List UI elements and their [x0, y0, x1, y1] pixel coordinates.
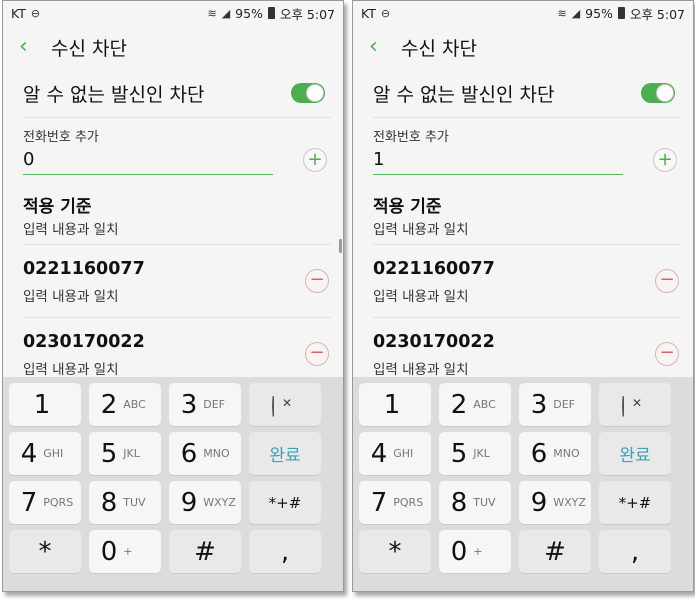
key-6[interactable]: 6 MNO	[169, 432, 241, 475]
add-number-label: 전화번호 추가	[23, 130, 99, 145]
blocked-number: 0230170022	[373, 332, 495, 352]
blocked-number: 0221160077	[23, 259, 145, 279]
key-9[interactable]: 9 WXYZ	[169, 481, 241, 524]
key-7[interactable]: 7 PQRS	[9, 481, 81, 524]
match-type: 입력 내용과 일치	[373, 289, 469, 305]
key-0[interactable]: 0 +	[89, 530, 161, 573]
match-type: 입력 내용과 일치	[373, 362, 469, 378]
backspace-icon: ✕	[622, 395, 648, 417]
key-5[interactable]: 5 JKL	[439, 432, 511, 475]
key-6[interactable]: 6 MNO	[519, 432, 591, 475]
key-7[interactable]: 7 PQRS	[359, 481, 431, 524]
unknown-caller-label: 알 수 없는 발신인 차단	[373, 83, 555, 106]
key-1[interactable]: 1	[359, 383, 431, 426]
carrier-label: KT	[361, 5, 376, 21]
add-number-label: 전화번호 추가	[373, 130, 449, 145]
blocked-number-item[interactable]: 0221160077 입력 내용과 일치 −	[353, 245, 693, 317]
scrollbar[interactable]	[339, 239, 342, 253]
backspace-icon: ✕	[272, 395, 298, 417]
phone-number-input[interactable]	[23, 144, 273, 175]
key-2[interactable]: 2 ABC	[439, 383, 511, 426]
status-bar: KT ⊖ ≋ ◢ 95% 오후 5:07	[3, 1, 343, 25]
unknown-caller-block-row[interactable]: 알 수 없는 발신인 차단	[353, 69, 693, 117]
key-4[interactable]: 4 GHI	[359, 432, 431, 475]
page-title: 수신 차단	[51, 37, 127, 60]
criteria-title: 적용 기준	[373, 197, 442, 217]
numeric-keypad: 1 2 ABC 3 DEF ✕ 4 GHI 5 JKL 6 MNO 완료 7 PQRS 8T…	[353, 377, 693, 591]
key-4[interactable]: 4 GHI	[9, 432, 81, 475]
battery-icon	[617, 7, 625, 19]
done-key[interactable]: 완료	[249, 432, 321, 475]
numeric-keypad: 1 2 ABC 3 DEF ✕ 4 GHI 5 JKL 6 MNO 완료 7 PQRS 8T…	[3, 377, 343, 591]
page-title: 수신 차단	[401, 37, 477, 60]
remove-number-button[interactable]: −	[305, 342, 329, 366]
clock: 오후 5:07	[279, 6, 335, 22]
signal-icon: ◢	[221, 6, 231, 20]
symbols-key[interactable]: *+#	[249, 481, 321, 524]
back-arrow-icon[interactable]: ‹	[19, 36, 47, 58]
comma-key[interactable]: ,	[249, 530, 321, 573]
toggle-knob	[306, 84, 324, 102]
blocked-number: 0230170022	[23, 332, 145, 352]
phone-screen-left: KT ⊖ ≋ ◢ 95% 오후 5:07 ‹ 수신 차단 알 수 없는 발신인 …	[2, 0, 344, 592]
add-number-button[interactable]: +	[303, 148, 327, 172]
key-hash[interactable]: #	[169, 530, 241, 573]
wifi-icon: ≋	[557, 6, 567, 20]
done-key[interactable]: 완료	[599, 432, 671, 475]
add-number-row: +	[353, 142, 693, 182]
back-arrow-icon[interactable]: ‹	[369, 36, 397, 58]
phone-number-input[interactable]	[373, 144, 623, 175]
remove-number-button[interactable]: −	[305, 269, 329, 293]
criteria-value[interactable]: 입력 내용과 일치	[3, 214, 343, 238]
key-8[interactable]: 8 TUV	[89, 481, 161, 524]
dnd-icon: ⊖	[30, 6, 41, 20]
add-number-button[interactable]: +	[653, 148, 677, 172]
match-type: 입력 내용과 일치	[23, 289, 119, 305]
key-3[interactable]: 3 DEF	[519, 383, 591, 426]
backspace-key[interactable]: ✕	[599, 383, 671, 426]
app-bar: ‹ 수신 차단	[3, 25, 343, 69]
key-0[interactable]: 0 +	[439, 530, 511, 573]
phone-screen-right: KT ⊖ ≋ ◢ 95% 오후 5:07 ‹ 수신 차단 알 수 없는 발신인 …	[352, 0, 694, 592]
criteria-value[interactable]: 입력 내용과 일치	[353, 214, 693, 238]
key-star[interactable]: *	[359, 530, 431, 573]
symbols-key[interactable]: *+#	[599, 481, 671, 524]
key-8[interactable]: 8 TUV	[439, 481, 511, 524]
key-hash[interactable]: #	[519, 530, 591, 573]
blocked-number-item[interactable]: 0221160077 입력 내용과 일치 −	[3, 245, 343, 317]
criteria-title: 적용 기준	[23, 197, 92, 217]
toggle-knob	[656, 84, 674, 102]
wifi-icon: ≋	[207, 6, 217, 20]
key-2[interactable]: 2 ABC	[89, 383, 161, 426]
key-star[interactable]: *	[9, 530, 81, 573]
battery-icon	[267, 7, 275, 19]
battery-percent: 95%	[235, 5, 263, 21]
comma-key[interactable]: ,	[599, 530, 671, 573]
blocked-number: 0221160077	[373, 259, 495, 279]
key-3[interactable]: 3 DEF	[169, 383, 241, 426]
key-1[interactable]: 1	[9, 383, 81, 426]
key-5[interactable]: 5 JKL	[89, 432, 161, 475]
dnd-icon: ⊖	[380, 6, 391, 20]
add-number-row: +	[3, 142, 343, 182]
unknown-caller-label: 알 수 없는 발신인 차단	[23, 83, 205, 106]
status-bar: KT ⊖ ≋ ◢ 95% 오후 5:07	[353, 1, 693, 25]
signal-icon: ◢	[571, 6, 581, 20]
match-type: 입력 내용과 일치	[23, 362, 119, 378]
key-9[interactable]: 9 WXYZ	[519, 481, 591, 524]
carrier-label: KT	[11, 5, 26, 21]
app-bar: ‹ 수신 차단	[353, 25, 693, 69]
backspace-key[interactable]: ✕	[249, 383, 321, 426]
remove-number-button[interactable]: −	[655, 269, 679, 293]
unknown-caller-toggle[interactable]	[291, 83, 325, 103]
unknown-caller-block-row[interactable]: 알 수 없는 발신인 차단	[3, 69, 343, 117]
remove-number-button[interactable]: −	[655, 342, 679, 366]
unknown-caller-toggle[interactable]	[641, 83, 675, 103]
battery-percent: 95%	[585, 5, 613, 21]
clock: 오후 5:07	[629, 6, 685, 22]
